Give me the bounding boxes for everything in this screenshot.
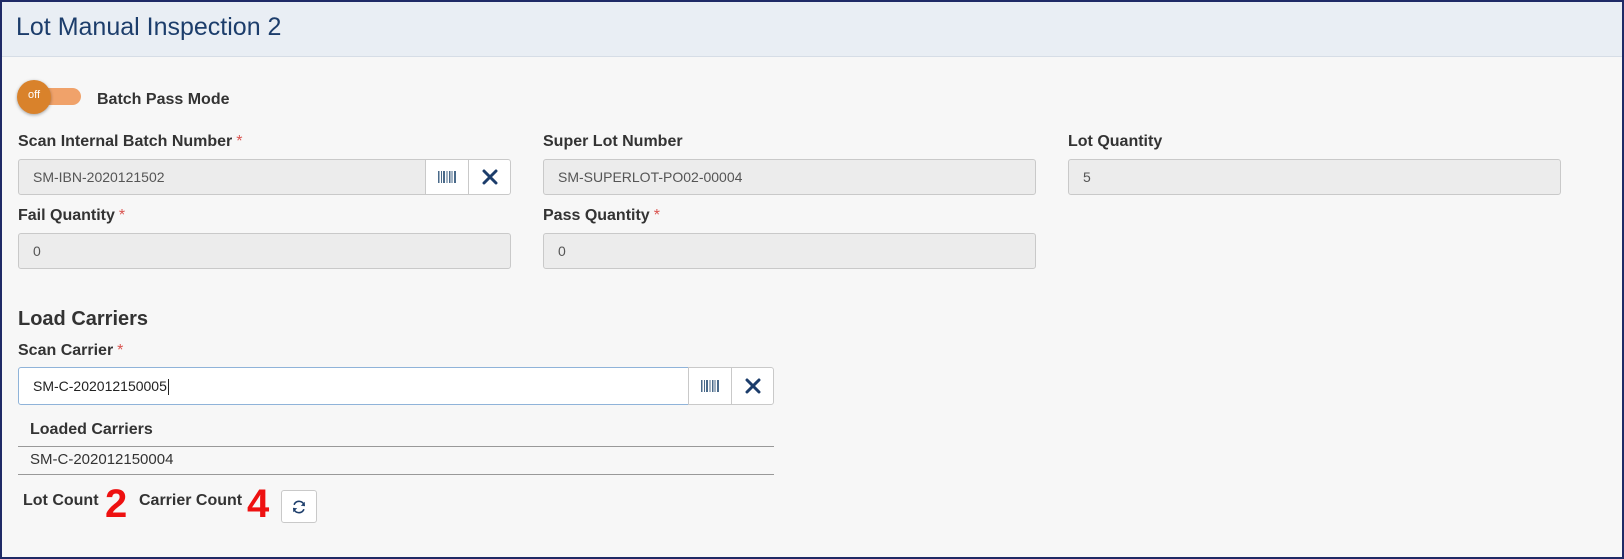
lot-quantity-input[interactable]: 5 — [1068, 159, 1561, 195]
required-marker: * — [653, 207, 660, 224]
refresh-icon — [293, 500, 305, 513]
scan-carrier-clear-button[interactable] — [731, 367, 774, 405]
close-icon — [745, 378, 760, 394]
batch-pass-mode-label: Batch Pass Mode — [97, 91, 230, 108]
required-marker: * — [236, 133, 243, 150]
page-title: Lot Manual Inspection 2 — [16, 13, 282, 41]
internal-batch-input[interactable]: SM-IBN-2020121502 — [18, 159, 426, 195]
required-marker: * — [118, 207, 126, 224]
internal-batch-scan-button[interactable] — [425, 159, 469, 195]
table-row: SM-C-202012150004 — [18, 447, 774, 475]
required-marker: * — [117, 342, 124, 359]
barcode-icon — [438, 171, 456, 183]
lot-quantity-label: Lot Quantity — [1068, 133, 1163, 150]
barcode-icon — [701, 380, 719, 392]
super-lot-input[interactable]: SM-SUPERLOT-PO02-00004 — [543, 159, 1036, 195]
text-caret — [167, 379, 169, 396]
pass-quantity-label: Pass Quantity * — [543, 207, 660, 224]
fail-quantity-input[interactable]: 0 — [18, 233, 511, 269]
scan-carrier-scan-button[interactable] — [688, 367, 732, 405]
page-header: Lot Manual Inspection 2 — [2, 2, 1622, 57]
carrier-count-label: Carrier Count — [139, 492, 243, 509]
lot-count-value: 2 — [105, 482, 128, 526]
loaded-carriers-header: Loaded Carriers — [18, 420, 774, 447]
pass-quantity-input[interactable]: 0 — [543, 233, 1036, 269]
internal-batch-clear-button[interactable] — [468, 159, 511, 195]
batch-pass-mode-toggle[interactable]: off — [17, 80, 81, 114]
scan-carrier-label: Scan Carrier * — [18, 342, 124, 359]
fail-quantity-label: Fail Quantity * — [18, 207, 126, 224]
app-window: Lot Manual Inspection 2 off Batch Pass M… — [0, 0, 1624, 559]
lot-count-label: Lot Count — [23, 492, 99, 509]
internal-batch-label: Scan Internal Batch Number * — [18, 133, 243, 150]
close-icon — [482, 169, 497, 185]
load-carriers-title: Load Carriers — [18, 308, 149, 330]
refresh-button[interactable] — [281, 490, 317, 523]
carrier-count-value: 4 — [247, 482, 270, 526]
super-lot-label: Super Lot Number — [543, 133, 683, 150]
scan-carrier-input[interactable]: SM-C-202012150005 — [18, 367, 689, 405]
toggle-knob: off — [17, 80, 51, 114]
